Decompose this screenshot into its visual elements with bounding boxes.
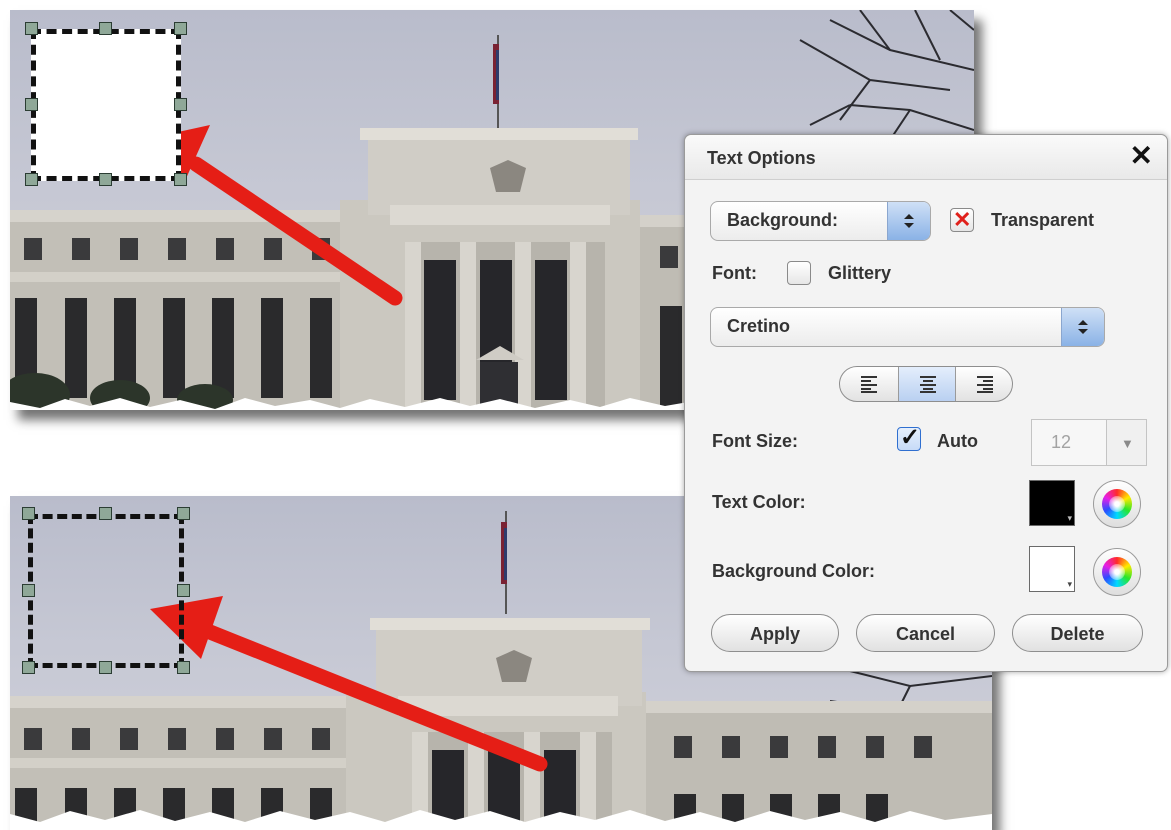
x-mark-icon: ✕ (953, 207, 972, 232)
glittery-label: Glittery (828, 263, 892, 283)
background-color-wheel-button[interactable] (1093, 548, 1141, 596)
resize-handle[interactable] (99, 507, 112, 520)
checkmark-icon: ✓ (900, 424, 921, 451)
align-right-button[interactable] (956, 367, 1012, 401)
align-center-icon (920, 376, 936, 393)
transparent-checkbox[interactable]: ✕ (950, 207, 974, 232)
swatch-dropdown-icon: ▾ (1067, 579, 1072, 589)
background-color-swatch[interactable]: ▾ (1029, 546, 1075, 592)
align-center-button[interactable] (898, 367, 956, 401)
transparent-label: Transparent (991, 210, 1095, 230)
text-options-dialog: Text Options ✕ Background: ✕ Transparent… (684, 134, 1168, 672)
glittery-checkbox[interactable] (787, 261, 811, 285)
text-box-before[interactable] (31, 29, 181, 181)
dialog-title: Text Options (707, 148, 816, 168)
close-icon[interactable]: ✕ (1130, 141, 1153, 171)
resize-handle[interactable] (174, 98, 187, 111)
text-color-wheel-button[interactable] (1093, 480, 1141, 528)
apply-button[interactable]: Apply (711, 614, 839, 652)
resize-handle[interactable] (22, 507, 35, 520)
align-right-icon (977, 376, 993, 393)
background-color-label: Background Color: (712, 561, 876, 581)
resize-handle[interactable] (177, 661, 190, 674)
select-stepper-icon (1061, 308, 1104, 346)
color-wheel-icon (1102, 557, 1132, 587)
alignment-group (839, 366, 1013, 402)
font-label: Font: (712, 263, 757, 283)
font-size-dropdown[interactable]: ▼ (1106, 419, 1147, 466)
font-family-value: Cretino (727, 316, 790, 336)
resize-handle[interactable] (22, 661, 35, 674)
align-left-button[interactable] (840, 367, 898, 401)
resize-handle[interactable] (99, 661, 112, 674)
swatch-dropdown-icon: ▾ (1067, 513, 1072, 523)
cancel-button[interactable]: Cancel (856, 614, 995, 652)
resize-handle[interactable] (174, 22, 187, 35)
font-size-label: Font Size: (712, 431, 798, 451)
resize-handle[interactable] (177, 507, 190, 520)
delete-button[interactable]: Delete (1012, 614, 1143, 652)
auto-checkbox[interactable]: ✓ (897, 424, 921, 451)
dialog-titlebar[interactable]: Text Options ✕ (685, 135, 1167, 180)
resize-handle[interactable] (25, 98, 38, 111)
font-size-field[interactable]: 12 (1031, 419, 1107, 466)
background-select[interactable]: Background: (710, 201, 931, 241)
text-color-label: Text Color: (712, 492, 806, 512)
resize-handle[interactable] (174, 173, 187, 186)
text-box-after[interactable] (28, 514, 184, 668)
font-family-select[interactable]: Cretino (710, 307, 1105, 347)
background-select-value: Background: (727, 210, 839, 230)
resize-handle[interactable] (177, 584, 190, 597)
resize-handle[interactable] (99, 22, 112, 35)
chevron-down-icon: ▼ (1121, 436, 1134, 451)
auto-label: Auto (937, 431, 978, 451)
resize-handle[interactable] (25, 173, 38, 186)
color-wheel-icon (1102, 489, 1132, 519)
select-stepper-icon (887, 202, 930, 240)
font-size-value: 12 (1051, 432, 1072, 452)
resize-handle[interactable] (99, 173, 112, 186)
text-color-swatch[interactable]: ▾ (1029, 480, 1075, 526)
resize-handle[interactable] (25, 22, 38, 35)
resize-handle[interactable] (22, 584, 35, 597)
align-left-icon (861, 376, 877, 393)
